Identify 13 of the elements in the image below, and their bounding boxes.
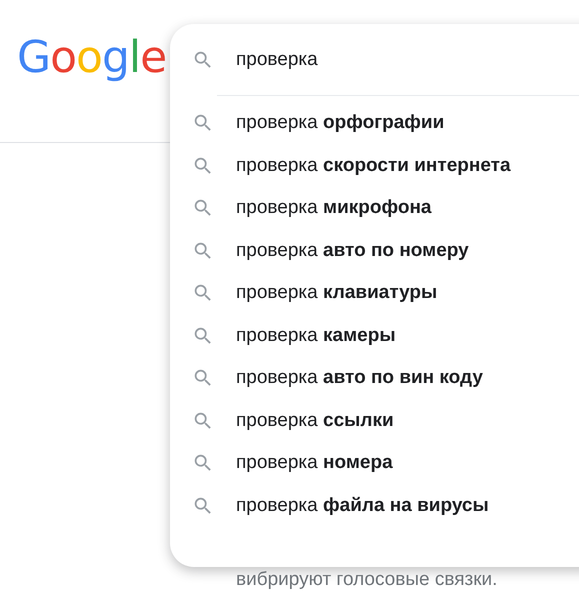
snippet-text: вибрируют голосовые связки.	[236, 569, 498, 591]
suggestion-item[interactable]: проверка авто по вин коду	[192, 357, 579, 400]
suggestion-item[interactable]: проверка авто по номеру	[192, 230, 579, 272]
suggestion-item[interactable]: проверка номера	[192, 442, 579, 484]
suggestion-item[interactable]: проверка скорости интернета	[192, 144, 579, 187]
suggestion-item[interactable]: проверка камеры	[192, 314, 579, 357]
logo[interactable]: Google	[0, 0, 170, 142]
suggestion-item[interactable]: проверка микрофона	[192, 187, 579, 230]
suggestion-item[interactable]: проверка орфографии	[192, 102, 579, 144]
suggestion-item[interactable]: проверка ссылки	[192, 400, 579, 442]
suggestion-item[interactable]: проверка файла на вирусы	[192, 484, 579, 527]
search-field[interactable]: проверка	[236, 48, 536, 70]
suggestion-item[interactable]: проверка клавиатуры	[192, 272, 579, 314]
